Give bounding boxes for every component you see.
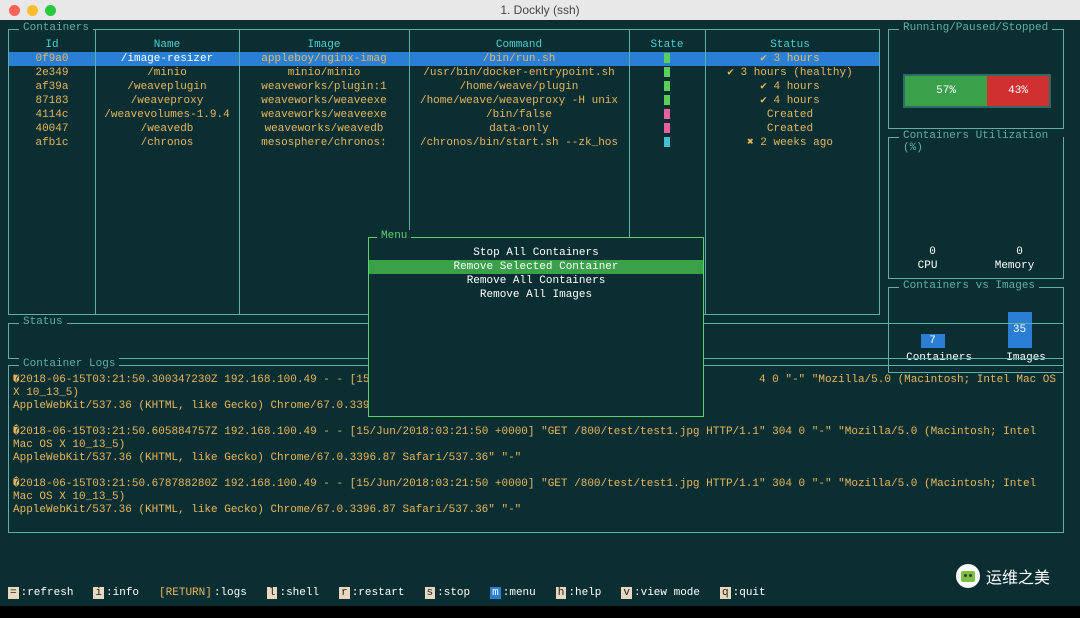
shortcut-key[interactable]: r:restart — [339, 587, 404, 599]
shortcut-key[interactable]: q:quit — [720, 587, 766, 599]
shortcut-key[interactable]: s:stop — [425, 587, 471, 599]
log-line: AppleWebKit/537.36 (KHTML, like Gecko) C… — [13, 452, 1059, 465]
shortcut-key[interactable]: l:shell — [267, 587, 319, 599]
table-row[interactable]: af39a/weavepluginweaveworks/plugin:1/hom… — [9, 80, 879, 94]
cvi-title: Containers vs Images — [899, 280, 1039, 292]
watermark: 运维之美 — [956, 564, 1050, 588]
cpu-label: CPU — [918, 260, 938, 272]
table-row[interactable]: 40047/weavedbweaveworks/weavedbdata-only… — [9, 122, 879, 136]
logs-title: Container Logs — [19, 358, 119, 370]
containers-title: Containers — [19, 22, 93, 34]
shortcut-key[interactable]: m:menu — [490, 587, 536, 599]
header-id: Id — [9, 38, 95, 52]
table-header: Id Name Image Command State Status — [9, 38, 879, 52]
cpu-value: 0 — [929, 246, 936, 258]
utilization-panel: Containers Utilization (%) 0 0 CPU Memor… — [888, 137, 1064, 279]
menu-title: Menu — [377, 230, 411, 242]
table-row[interactable]: 2e349/miniominio/minio/usr/bin/docker-en… — [9, 66, 879, 80]
log-line: �2018-06-15T03:21:50.678788280Z 192.168.… — [13, 478, 1059, 504]
header-image: Image — [239, 38, 409, 52]
rps-title: Running/Paused/Stopped — [899, 22, 1052, 34]
table-row[interactable]: afb1c/chronosmesosphere/chronos:/chronos… — [9, 136, 879, 150]
shortcut-key[interactable]: h:help — [556, 587, 602, 599]
table-row[interactable]: 0f9a0/image-resizerappleboy/nginx-imag/b… — [9, 52, 879, 66]
header-state: State — [629, 38, 705, 52]
utilization-title: Containers Utilization (%) — [899, 130, 1063, 154]
shortcut-key[interactable]: v:view mode — [621, 587, 700, 599]
shortcut-key[interactable]: =:refresh — [8, 587, 73, 599]
running-segment: 57% — [905, 76, 987, 106]
header-status: Status — [705, 38, 875, 52]
log-line — [13, 517, 1059, 528]
header-command: Command — [409, 38, 629, 52]
menu-item[interactable]: Stop All Containers — [369, 246, 703, 260]
menu-item[interactable]: Remove All Images — [369, 288, 703, 302]
log-line — [13, 465, 1059, 478]
table-row[interactable]: 87183/weaveproxyweaveworks/weaveexe/home… — [9, 94, 879, 108]
memory-value: 0 — [1016, 246, 1023, 258]
window-title: 1. Dockly (ssh) — [0, 3, 1080, 17]
bottom-bar — [0, 606, 1080, 618]
log-line: AppleWebKit/537.36 (KHTML, like Gecko) C… — [13, 504, 1059, 517]
stopped-segment: 43% — [987, 76, 1049, 106]
shortcut-bar: =:refresh i:info [RETURN]:logs l:shell r:res… — [8, 586, 1072, 600]
rps-bar: 57% 43% — [903, 74, 1051, 108]
header-name: Name — [95, 38, 239, 52]
table-row[interactable]: 4114c/weavevolumes-1.9.4weaveworks/weave… — [9, 108, 879, 122]
shortcut-key[interactable]: i:info — [93, 587, 139, 599]
memory-label: Memory — [995, 260, 1035, 272]
log-line: �2018-06-15T03:21:50.605884757Z 192.168.… — [13, 426, 1059, 452]
menu-popup[interactable]: Menu Stop All ContainersRemove Selected … — [368, 237, 704, 417]
titlebar: 1. Dockly (ssh) — [0, 0, 1080, 20]
status-title: Status — [19, 316, 67, 328]
menu-item[interactable]: Remove All Containers — [369, 274, 703, 288]
watermark-text: 运维之美 — [986, 564, 1050, 588]
wechat-icon — [956, 564, 980, 588]
shortcut-key[interactable]: [RETURN]:logs — [159, 587, 247, 599]
rps-panel: Running/Paused/Stopped 57% 43% — [888, 29, 1064, 129]
menu-item[interactable]: Remove Selected Container — [369, 260, 703, 274]
